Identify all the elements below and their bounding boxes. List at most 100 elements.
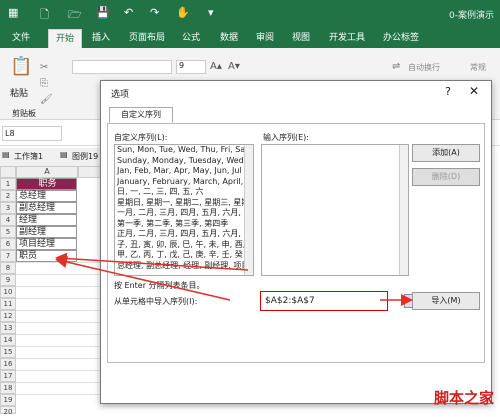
ribbon-tabs: 文件 开始 插入 页面布局 公式 数据 审阅 视图 开发工具 办公标签 [0,26,500,48]
cell-a2[interactable]: 总经理 [16,190,77,202]
format-painter-icon[interactable]: 🖌 [40,94,53,105]
grid-line [16,370,100,371]
options-dialog: 选项 ? ✕ 自定义序列 自定义序列(L): 输入序列(E): Sun, Mon… [100,80,492,404]
tab-home[interactable]: 开始 [48,29,82,48]
list-item[interactable]: January, February, March, April, M [115,177,253,188]
list-item[interactable]: 日, 一, 二, 三, 四, 五, 六 [115,187,253,198]
help-icon[interactable]: ? [445,85,451,98]
font-size-dropdown[interactable]: 9 [176,60,206,74]
list-item[interactable]: 星期日, 星期一, 星期二, 星期三, 星期 [115,198,253,209]
number-format-label[interactable]: 常规 [470,62,486,73]
row-header[interactable]: 10 [0,286,16,298]
row-header[interactable]: 12 [0,310,16,322]
cut-icon[interactable]: ✂ [40,62,48,73]
tab-file[interactable]: 文件 [4,29,38,48]
list-item[interactable]: Jan, Feb, Mar, Apr, May, Jun, Jul [115,166,253,177]
row-header[interactable]: 6 [0,238,16,250]
list-item[interactable]: 正月, 二月, 三月, 四月, 五月, 六月, 七 [115,229,253,240]
grid-line [16,274,100,275]
import-range-input[interactable]: $A$2:$A$7 [260,291,388,311]
cell-a7[interactable]: 职员 [16,250,77,262]
grow-font-icon[interactable]: A▴ [210,61,222,72]
grid-line [16,394,100,395]
tab-office-tab[interactable]: 办公标签 [378,29,424,48]
list-item[interactable]: Sunday, Monday, Tuesday, Wedn [115,156,253,167]
tab-review[interactable]: 审阅 [250,29,280,48]
import-button[interactable]: 导入(M) [412,292,480,310]
open-folder-icon[interactable]: 🗁 [68,6,82,25]
paste-icon[interactable]: 📋 [10,56,32,77]
list-item[interactable]: Sun, Mon, Tue, Wed, Thu, Fri, Sat [115,145,253,156]
row-header[interactable]: 5 [0,226,16,238]
tab-page-layout[interactable]: 页面布局 [124,29,170,48]
redo-icon[interactable]: ↷ [150,6,159,19]
tab-data[interactable]: 数据 [214,29,244,48]
grid-line [16,358,100,359]
select-all-corner[interactable] [0,166,16,178]
save-icon[interactable]: 💾 [96,6,110,19]
entries-scrollbar[interactable] [399,145,408,275]
tab-view[interactable]: 视图 [286,29,316,48]
name-box[interactable]: L8 [2,126,62,141]
close-icon[interactable]: ✕ [469,84,479,98]
workbook-tab-1[interactable]: 工作簿1 [14,151,43,162]
delete-button[interactable]: 删除(D) [412,168,480,186]
list-item[interactable]: 第一季, 第二季, 第三季, 第四季 [115,219,253,230]
row-header[interactable]: 8 [0,262,16,274]
row-header[interactable]: 13 [0,322,16,334]
cell-a5[interactable]: 副经理 [16,226,77,238]
add-button[interactable]: 添加(A) [412,144,480,162]
workbook-tab-icon-2: ▤ [60,150,68,159]
excel-logo-icon: ▦ [8,6,19,19]
tab-custom-lists[interactable]: 自定义序列 [109,107,173,123]
cell-a1-header[interactable]: 职务 [16,178,77,190]
custom-lists-panel: 自定义序列(L): 输入序列(E): Sun, Mon, Tue, Wed, T… [107,123,485,363]
custom-lists-listbox[interactable]: Sun, Mon, Tue, Wed, Thu, Fri, Sat Sunday… [114,144,254,276]
list-entries-textarea[interactable] [261,144,409,276]
row-header[interactable]: 20 [0,406,16,416]
workbook-tab-2[interactable]: 图例19 [72,151,98,162]
shrink-font-icon[interactable]: A▾ [228,61,240,72]
list-item-imported[interactable]: 总经理, 副总经理, 经理, 副经理, 项目 [115,260,253,271]
list-item[interactable]: 子, 丑, 寅, 卯, 辰, 巳, 午, 未, 申, 酉, 戌 [115,240,253,251]
copy-icon[interactable]: ⎘ [40,78,48,89]
tab-formulas[interactable]: 公式 [176,29,206,48]
row-header[interactable]: 15 [0,346,16,358]
row-header[interactable]: 1 [0,178,16,190]
workbook-tab-icon: ▤ [2,150,10,159]
listbox-scrollbar[interactable] [244,145,253,275]
row-header[interactable]: 3 [0,202,16,214]
font-name-dropdown[interactable] [72,60,172,74]
column-header-b[interactable] [78,166,102,178]
cell-a6[interactable]: 项目经理 [16,238,77,250]
row-header[interactable]: 9 [0,274,16,286]
list-item[interactable]: 甲, 乙, 丙, 丁, 戊, 己, 庚, 辛, 壬, 癸 [115,250,253,261]
customize-qat-icon[interactable]: ▾ [208,6,214,19]
grid-line [16,298,100,299]
row-header[interactable]: 7 [0,250,16,262]
row-header[interactable]: 19 [0,394,16,406]
window-title: 0-案例演示 [449,11,494,21]
clipboard-group-label: 剪贴板 [12,109,36,118]
wrap-text-icon[interactable]: ⇌ [392,61,400,72]
row-header[interactable]: 4 [0,214,16,226]
row-header[interactable]: 17 [0,370,16,382]
cell-a3[interactable]: 副总经理 [16,202,77,214]
grid-line [16,286,100,287]
paste-label[interactable]: 粘贴 [10,86,28,99]
row-header[interactable]: 11 [0,298,16,310]
cell-a4[interactable]: 经理 [16,214,77,226]
list-item[interactable]: 一月, 二月, 三月, 四月, 五月, 六月, 七 [115,208,253,219]
row-header[interactable]: 16 [0,358,16,370]
tab-insert[interactable]: 插入 [86,29,116,48]
row-header[interactable]: 14 [0,334,16,346]
row-header[interactable]: 18 [0,382,16,394]
grid-line [16,346,100,347]
touch-mode-icon[interactable]: ✋ [176,6,190,19]
row-header[interactable]: 2 [0,190,16,202]
undo-icon[interactable]: ↶ [124,6,133,19]
new-file-icon[interactable]: 🗋 [40,6,49,25]
column-header-a[interactable]: A [16,166,78,178]
tab-developer[interactable]: 开发工具 [324,29,370,48]
wrap-text-button[interactable]: 自动换行 [408,62,440,73]
